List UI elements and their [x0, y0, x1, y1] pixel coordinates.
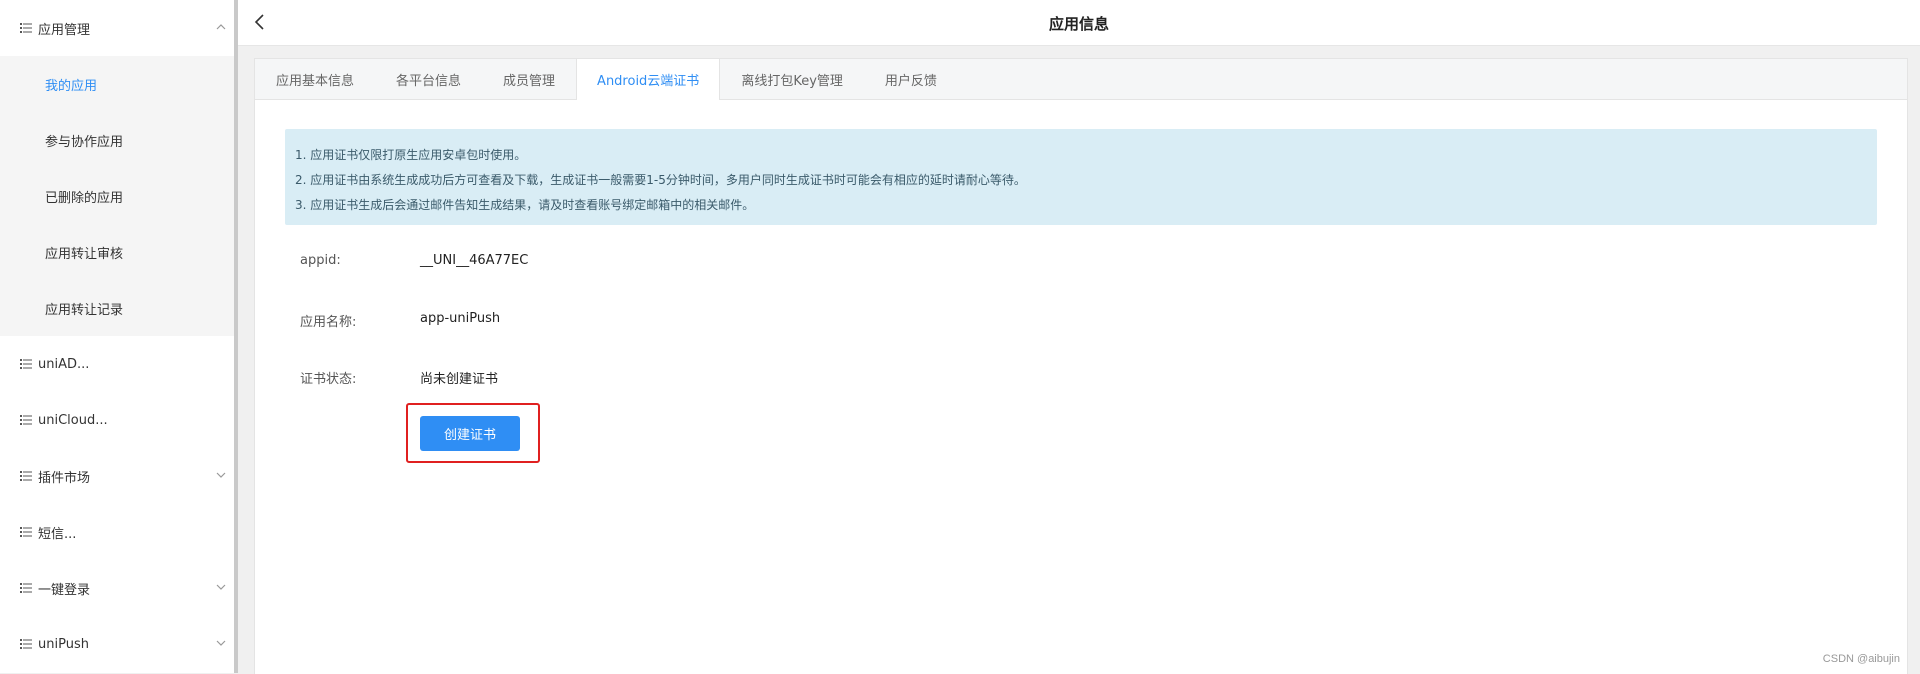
cert-status-label: 证书状态:: [300, 372, 357, 387]
content-panel: 应用基本信息 各平台信息 成员管理 Android云端证书 离线打包Key管理 …: [254, 58, 1908, 674]
tab-member-management[interactable]: 成员管理: [482, 59, 576, 99]
sidebar-group-uniad[interactable]: uniAD...: [0, 336, 234, 392]
app-name-value: app-uniPush: [420, 311, 501, 326]
sidebar-item-transfer-records[interactable]: 应用转让记录: [0, 280, 234, 336]
info-notice: 1. 应用证书仅限打原生应用安卓包时使用。 2. 应用证书由系统生成成功后方可查…: [285, 129, 1877, 225]
sidebar-group-label: uniCloud...: [38, 412, 108, 428]
sidebar-item-transfer-review[interactable]: 应用转让审核: [0, 224, 234, 280]
sidebar-group-unipush[interactable]: uniPush: [0, 616, 234, 672]
tab-android-cloud-cert[interactable]: Android云端证书: [576, 59, 721, 100]
tab-offline-key-management[interactable]: 离线打包Key管理: [720, 59, 864, 99]
list-icon: [20, 359, 32, 369]
sidebar-group-unicloud[interactable]: uniCloud...: [0, 392, 234, 448]
appid-value: __UNI__46A77EC: [420, 253, 529, 268]
sidebar-item-collab-apps[interactable]: 参与协作应用: [0, 112, 234, 168]
app-management-submenu: 我的应用 参与协作应用 已删除的应用 应用转让审核 应用转让记录: [0, 56, 234, 336]
sidebar-group-label: 应用管理: [38, 22, 91, 38]
sidebar-group-sms[interactable]: 短信...: [0, 504, 234, 560]
chevron-down-icon: [216, 640, 226, 646]
sidebar: 应用管理 我的应用 参与协作应用 已删除的应用 应用转让审核 应用转让记录 un…: [0, 0, 234, 673]
tab-bar: 应用基本信息 各平台信息 成员管理 Android云端证书 离线打包Key管理 …: [255, 59, 1907, 100]
tab-user-feedback[interactable]: 用户反馈: [864, 59, 958, 99]
create-cert-button[interactable]: 创建证书: [420, 416, 520, 451]
list-icon: [20, 23, 32, 33]
sidebar-group-plugin-market[interactable]: 插件市场: [0, 448, 234, 504]
page-title: 应用信息: [1048, 15, 1109, 33]
sidebar-group-one-click-login[interactable]: 一键登录: [0, 560, 234, 616]
sidebar-group-label: 短信...: [38, 526, 77, 542]
cert-status-value: 尚未创建证书: [420, 372, 499, 387]
sidebar-group-label: uniPush: [38, 636, 89, 652]
tab-basic-info[interactable]: 应用基本信息: [255, 59, 375, 99]
list-icon: [20, 639, 32, 649]
sidebar-item-deleted-apps[interactable]: 已删除的应用: [0, 168, 234, 224]
notice-line: 2. 应用证书由系统生成成功后方可查看及下载，生成证书一般需要1-5分钟时间，多…: [295, 173, 1026, 187]
list-icon: [20, 583, 32, 593]
tab-platform-info[interactable]: 各平台信息: [375, 59, 482, 99]
sidebar-group-label: 插件市场: [38, 470, 91, 486]
list-icon: [20, 471, 32, 481]
sidebar-scrollbar[interactable]: [234, 0, 238, 673]
chevron-up-icon: [216, 24, 226, 30]
list-icon: [20, 415, 32, 425]
chevron-down-icon: [216, 584, 226, 590]
watermark: CSDN @aibujin: [1822, 653, 1900, 665]
notice-line: 3. 应用证书生成后会通过邮件告知生成结果，请及时查看账号绑定邮箱中的相关邮件。: [295, 198, 755, 212]
top-header: 应用信息: [238, 0, 1920, 46]
sidebar-item-my-apps[interactable]: 我的应用: [0, 56, 234, 112]
notice-line: 1. 应用证书仅限打原生应用安卓包时使用。: [295, 148, 527, 162]
appid-label: appid:: [300, 253, 341, 268]
chevron-down-icon: [216, 472, 226, 478]
sidebar-group-label: 一键登录: [38, 582, 91, 598]
list-icon: [20, 527, 32, 537]
sidebar-group-label: uniAD...: [38, 356, 90, 372]
app-name-label: 应用名称:: [300, 315, 357, 330]
sidebar-group-app-management[interactable]: 应用管理: [0, 0, 234, 56]
